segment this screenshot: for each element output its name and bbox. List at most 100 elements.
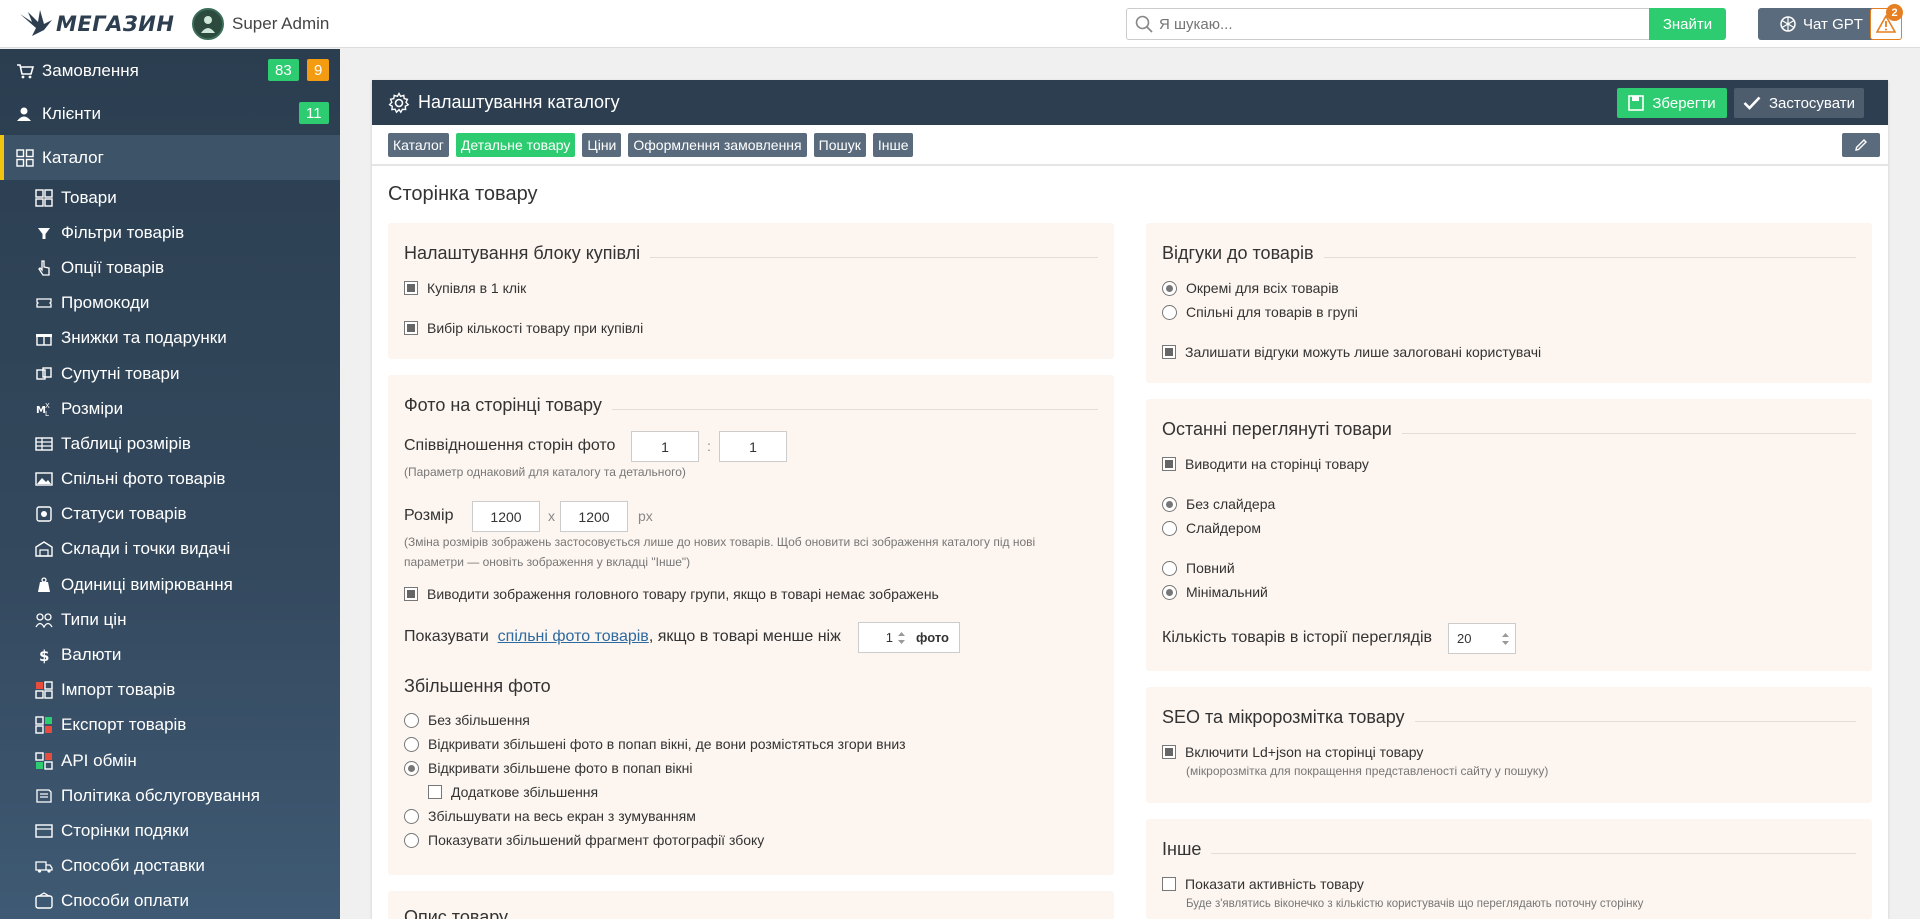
ratio-width-input[interactable]: 1 <box>631 431 699 462</box>
spinner-icon[interactable] <box>1501 631 1510 647</box>
qty-select-checkbox[interactable] <box>404 321 418 335</box>
search-bar: Знайти <box>1126 8 1726 40</box>
reviews-separate-radio[interactable] <box>1162 280 1177 296</box>
recent-no-slider-radio[interactable] <box>1162 496 1177 512</box>
shared-photos-link[interactable]: спільні фото товарів <box>498 628 649 646</box>
spinner-icon[interactable] <box>897 630 906 646</box>
other-heading: Інше <box>1162 839 1212 860</box>
sidebar-subitem[interactable]: $ Валюти <box>0 637 340 672</box>
recent-minimal-radio[interactable] <box>1162 584 1177 600</box>
zoom-popup-option[interactable]: Відкривати збільшене фото в попап вікні <box>404 760 692 776</box>
zoom-none-radio[interactable] <box>404 712 419 728</box>
reviews-logged-only-checkbox[interactable] <box>1162 345 1176 359</box>
tab-catalog[interactable]: Каталог <box>388 132 449 157</box>
sidebar-subitem[interactable]: Політика обслуговування <box>0 778 340 813</box>
size-height-input[interactable]: 1200 <box>560 501 628 532</box>
tab-prices[interactable]: Ціни <box>582 132 622 157</box>
search-button[interactable]: Знайти <box>1649 8 1726 40</box>
edit-button[interactable] <box>1842 133 1880 157</box>
avatar[interactable] <box>192 7 224 40</box>
save-button[interactable]: Зберегти <box>1617 88 1727 118</box>
group-main-image-checkbox[interactable] <box>404 587 418 601</box>
sidebar-subitem-label: Таблиці розмірів <box>61 433 191 453</box>
zoom-none-option[interactable]: Без збільшення <box>404 712 530 728</box>
activity-option[interactable]: Показати активність товару <box>1162 876 1364 892</box>
tab-other[interactable]: Інше <box>872 132 914 157</box>
sidebar-subitem[interactable]: Способи доставки <box>0 849 340 884</box>
sidebar-subitem[interactable]: Експорт товарів <box>0 708 340 743</box>
svg-text:L: L <box>45 410 49 418</box>
zoom-extra-option[interactable]: Додаткове збільшення <box>428 784 598 800</box>
tab-checkout[interactable]: Оформлення замовлення <box>628 132 807 157</box>
history-count-input[interactable]: 20 <box>1457 631 1471 646</box>
sidebar-subitem[interactable]: M X L Розміри <box>0 391 340 426</box>
group-main-image-option[interactable]: Виводити зображення головного товару гру… <box>404 586 939 602</box>
sidebar-item-catalog[interactable]: Каталог <box>0 135 340 180</box>
one-click-checkbox[interactable] <box>404 281 418 295</box>
sidebar-subitem[interactable]: Фільтри товарів <box>0 215 340 250</box>
zoom-popup-scroll-option[interactable]: Відкривати збільшені фото в попап вікні,… <box>404 736 906 752</box>
sidebar-subitem[interactable]: Способи оплати <box>0 884 340 919</box>
activity-checkbox[interactable] <box>1162 877 1176 891</box>
size-width-input[interactable]: 1200 <box>472 501 540 532</box>
page-title: Сторінка товару <box>388 183 538 205</box>
chat-gpt-button[interactable]: Чат GPT <box>1758 8 1884 40</box>
recent-minimal-option[interactable]: Мінімальний <box>1162 584 1268 600</box>
sidebar-subitem[interactable]: Типи цін <box>0 602 340 637</box>
sidebar-subitem[interactable]: Одиниці вимірювання <box>0 567 340 602</box>
sidebar-subitem-label: Експорт товарів <box>61 715 187 735</box>
sidebar-subitem[interactable]: Сторінки подяки <box>0 813 340 848</box>
zoom-fullscreen-radio[interactable] <box>404 808 419 824</box>
shared-photos-count-input[interactable]: 1 <box>859 630 893 645</box>
zoom-fragment-option[interactable]: Показувати збільшений фрагмент фотографі… <box>404 832 764 848</box>
sidebar-item-clients[interactable]: Клієнти 11 <box>0 92 340 135</box>
sidebar-subitem[interactable]: Знижки та подарунки <box>0 321 340 356</box>
recent-no-slider-option[interactable]: Без слайдера <box>1162 496 1275 512</box>
ldjson-option[interactable]: Включити Ld+json на сторінці товару <box>1162 744 1423 760</box>
openai-icon <box>1780 16 1796 32</box>
user-name[interactable]: Super Admin <box>232 14 329 34</box>
sidebar-subitem-label: Політика обслуговування <box>61 785 260 805</box>
recent-slider-option[interactable]: Слайдером <box>1162 520 1261 536</box>
zoom-fullscreen-option[interactable]: Збільшувати на весь екран з зумуванням <box>404 808 696 824</box>
sidebar-subitem[interactable]: Таблиці розмірів <box>0 426 340 461</box>
option-label: Додаткове збільшення <box>451 784 599 800</box>
one-click-option[interactable]: Купівля в 1 клік <box>404 280 526 296</box>
search-input[interactable] <box>1126 8 1649 40</box>
ratio-height-input[interactable]: 1 <box>719 431 787 462</box>
sidebar-subitem[interactable]: Склади і точки видачі <box>0 532 340 567</box>
ldjson-checkbox[interactable] <box>1162 745 1176 759</box>
zoom-popup-radio[interactable] <box>404 760 419 776</box>
sidebar-item-orders[interactable]: Замовлення 83 9 <box>0 49 340 92</box>
recent-show-checkbox[interactable] <box>1162 457 1176 471</box>
reviews-logged-only-option[interactable]: Залишати відгуки можуть лише залоговані … <box>1162 344 1541 360</box>
recent-full-option[interactable]: Повний <box>1162 560 1235 576</box>
zoom-extra-checkbox[interactable] <box>428 785 442 799</box>
reviews-shared-option[interactable]: Спільні для товарів в групі <box>1162 304 1358 320</box>
sidebar-subitem[interactable]: Статуси товарів <box>0 497 340 532</box>
check-icon <box>1743 96 1761 110</box>
tab-product-detail[interactable]: Детальне товару <box>455 132 576 157</box>
sidebar-subitem[interactable]: Імпорт товарів <box>0 673 340 708</box>
sidebar-subitem[interactable]: Супутні товари <box>0 356 340 391</box>
recent-full-radio[interactable] <box>1162 560 1177 576</box>
sidebar-subitem[interactable]: Товари <box>0 180 340 215</box>
sidebar-subitem[interactable]: Опції товарів <box>0 250 340 285</box>
sidebar-subitem[interactable]: Спільні фото товарів <box>0 462 340 497</box>
recent-slider-radio[interactable] <box>1162 520 1177 536</box>
sidebar-subitem[interactable]: API обмін <box>0 743 340 778</box>
ratio-separator: : <box>707 438 711 454</box>
zoom-popup-scroll-radio[interactable] <box>404 736 419 752</box>
zoom-fragment-radio[interactable] <box>404 832 419 848</box>
recent-show-option[interactable]: Виводити на сторінці товару <box>1162 456 1369 472</box>
reviews-shared-radio[interactable] <box>1162 304 1177 320</box>
logo[interactable]: МЕГАЗИН <box>18 8 176 40</box>
option-label: Вибір кількості товару при купівлі <box>427 320 644 336</box>
recently-viewed-heading: Останні переглянуті товари <box>1162 419 1402 440</box>
tab-search[interactable]: Пошук <box>813 132 866 157</box>
reviews-separate-option[interactable]: Окремі для всіх товарів <box>1162 280 1339 296</box>
apply-button[interactable]: Застосувати <box>1734 88 1864 118</box>
sidebar-subitem[interactable]: Промокоди <box>0 286 340 321</box>
qty-select-option[interactable]: Вибір кількості товару при купівлі <box>404 320 643 336</box>
show-prefix: Показувати <box>404 628 489 645</box>
